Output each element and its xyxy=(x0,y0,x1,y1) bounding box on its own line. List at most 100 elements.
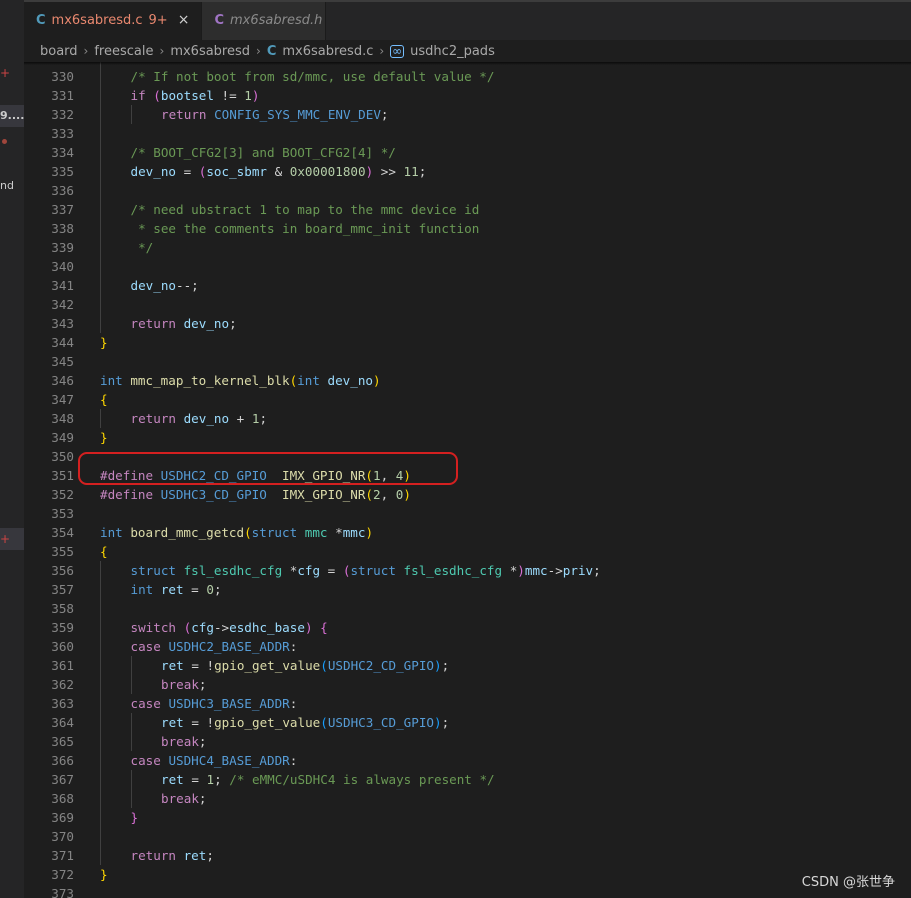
indent-guide xyxy=(130,789,132,808)
indent-guide xyxy=(100,599,101,618)
code-text: break; xyxy=(161,791,207,806)
code-line[interactable]: 366 case USDHC4_BASE_ADDR: xyxy=(24,751,911,770)
code-line[interactable]: 341 dev_no--; xyxy=(24,276,911,295)
explorer-sidebar[interactable]: + 9.... nd + xyxy=(0,0,25,898)
indent-guide xyxy=(100,694,101,713)
sidebar-selected-item[interactable]: 9.... xyxy=(0,105,24,127)
watermark: CSDN @张世争 xyxy=(801,875,895,890)
indent-guide xyxy=(100,827,101,846)
code-line[interactable]: 355 { xyxy=(24,542,911,561)
indent-guide xyxy=(100,257,101,276)
code-line[interactable]: 345 xyxy=(24,352,911,371)
code-line[interactable]: 368 break; xyxy=(24,789,911,808)
indent-guide xyxy=(100,143,101,162)
code-text: return dev_no + 1; xyxy=(130,411,268,426)
c-header-file-icon: C xyxy=(214,12,224,28)
code-line[interactable]: 337 /* need ubstract 1 to map to the mmc … xyxy=(24,200,911,219)
sidebar-item-fragment[interactable]: nd xyxy=(0,179,14,192)
code-line[interactable]: 348 return dev_no + 1; xyxy=(24,409,911,428)
indent-guide xyxy=(100,238,101,257)
code-text: } xyxy=(100,335,108,350)
code-text: ret = !gpio_get_value(USDHC2_CD_GPIO); xyxy=(161,658,450,673)
tab-label: mx6sabresd.h xyxy=(229,12,323,28)
code-text: if (bootsel != 1) xyxy=(130,88,260,103)
code-line[interactable]: 344} xyxy=(24,333,911,352)
tab-mx6sabresd-h[interactable]: C mx6sabresd.h xyxy=(202,0,327,40)
indent-guide xyxy=(100,789,101,808)
code-line[interactable]: 369} xyxy=(24,808,911,827)
code-line[interactable]: 342 xyxy=(24,295,911,314)
code-text: case USDHC4_BASE_ADDR: xyxy=(130,753,298,768)
line-number: 360 xyxy=(51,639,74,654)
indent-guide xyxy=(100,409,101,428)
line-number: 331 xyxy=(51,88,74,103)
line-number: 352 xyxy=(51,487,74,502)
code-line[interactable]: 346 int mmc_map_to_kernel_blk(int dev_no) xyxy=(24,371,911,390)
code-text: /* need ubstract 1 to map to the mmc dev… xyxy=(130,202,480,217)
code-line[interactable]: 359 switch (cfg->esdhc_base) { xyxy=(24,618,911,637)
code-line[interactable]: 339 */ xyxy=(24,238,911,257)
line-number: 336 xyxy=(51,183,74,198)
code-line[interactable]: 336 xyxy=(24,181,911,200)
code-line[interactable]: 363 case USDHC3_BASE_ADDR: xyxy=(24,694,911,713)
code-line[interactable]: 360 case USDHC2_BASE_ADDR: xyxy=(24,637,911,656)
code-line[interactable]: 332 return CONFIG_SYS_MMC_ENV_DEV; xyxy=(24,105,911,124)
code-line[interactable]: 357 int ret = 0; xyxy=(24,580,911,599)
code-line[interactable]: 362 break; xyxy=(24,675,911,694)
code-line[interactable]: 372} xyxy=(24,865,911,884)
indent-guide xyxy=(100,637,101,656)
indent-guide xyxy=(100,314,101,333)
code-line[interactable]: 373 xyxy=(24,884,911,898)
code-line[interactable]: 361 ret = !gpio_get_value(USDHC2_CD_GPIO)… xyxy=(24,656,911,675)
breadcrumb-item-symbol[interactable]: usdhc2_pads xyxy=(410,44,495,59)
code-line[interactable]: 354 int board_mmc_getcd(struct mmc *mmc) xyxy=(24,523,911,542)
breadcrumb-item-board[interactable]: board xyxy=(40,44,78,59)
code-line[interactable]: 349} xyxy=(24,428,911,447)
line-number: 346 xyxy=(51,373,74,388)
code-line[interactable]: 371 return ret; xyxy=(24,846,911,865)
annotation-highlight-box xyxy=(78,452,458,485)
code-line[interactable]: 335 dev_no = (soc_sbmr & 0x00001800) >> 1… xyxy=(24,162,911,181)
tab-mx6sabresd-c[interactable]: C mx6sabresd.c 9+ × xyxy=(24,0,203,40)
line-number: 333 xyxy=(51,126,74,141)
indent-guide xyxy=(100,561,101,580)
line-number: 348 xyxy=(51,411,74,426)
code-line[interactable]: 352 #define USDHC3_CD_GPIO IMX_GPIO_NR(2,… xyxy=(24,485,911,504)
line-number: 349 xyxy=(51,430,74,445)
code-line[interactable]: 370 xyxy=(24,827,911,846)
code-text: return CONFIG_SYS_MMC_ENV_DEV; xyxy=(161,107,389,122)
code-text: { xyxy=(100,544,108,559)
breadcrumb-item-file[interactable]: mx6sabresd.c xyxy=(282,44,373,59)
line-number: 332 xyxy=(51,107,74,122)
line-number: 356 xyxy=(51,563,74,578)
code-text: /* If not boot from sd/mmc, use default … xyxy=(130,69,495,84)
code-text: case USDHC3_BASE_ADDR: xyxy=(130,696,298,711)
breadcrumb-item-freescale[interactable]: freescale xyxy=(94,44,153,59)
code-line[interactable]: 367 ret = 1; /* eMMC/uSDHC4 is always pre… xyxy=(24,770,911,789)
code-line[interactable]: 347 { xyxy=(24,390,911,409)
code-line[interactable]: 356 struct fsl_esdhc_cfg *cfg = (struct f… xyxy=(24,561,911,580)
breadcrumb-item-mx6sabresd[interactable]: mx6sabresd xyxy=(170,44,250,59)
line-number: 350 xyxy=(51,449,74,464)
code-text: ret = !gpio_get_value(USDHC3_CD_GPIO); xyxy=(161,715,450,730)
close-icon[interactable]: × xyxy=(178,12,190,28)
code-line[interactable]: 364 ret = !gpio_get_value(USDHC3_CD_GPIO)… xyxy=(24,713,911,732)
indent-guide xyxy=(100,618,101,637)
code-line[interactable]: 353 xyxy=(24,504,911,523)
sidebar-item-fragment: 9.... xyxy=(0,109,25,122)
line-number: 364 xyxy=(51,715,74,730)
line-number: 366 xyxy=(51,753,74,768)
code-line[interactable]: 340 xyxy=(24,257,911,276)
code-line[interactable]: 334 /* BOOT_CFG2[3] and BOOT_CFG2[4] */ xyxy=(24,143,911,162)
indent-guide xyxy=(100,162,101,181)
code-line[interactable]: 330 /* If not boot from sd/mmc, use defau… xyxy=(24,67,911,86)
code-line[interactable]: 343 return dev_no; xyxy=(24,314,911,333)
code-line[interactable]: 365 break; xyxy=(24,732,911,751)
indent-guide xyxy=(100,295,101,314)
line-number: 330 xyxy=(51,69,74,84)
code-line[interactable]: 333 xyxy=(24,124,911,143)
git-added-marker: + xyxy=(0,66,11,80)
code-line[interactable]: 358 xyxy=(24,599,911,618)
code-line[interactable]: 338 * see the comments in board_mmc_init… xyxy=(24,219,911,238)
code-line[interactable]: 331 if (bootsel != 1) xyxy=(24,86,911,105)
